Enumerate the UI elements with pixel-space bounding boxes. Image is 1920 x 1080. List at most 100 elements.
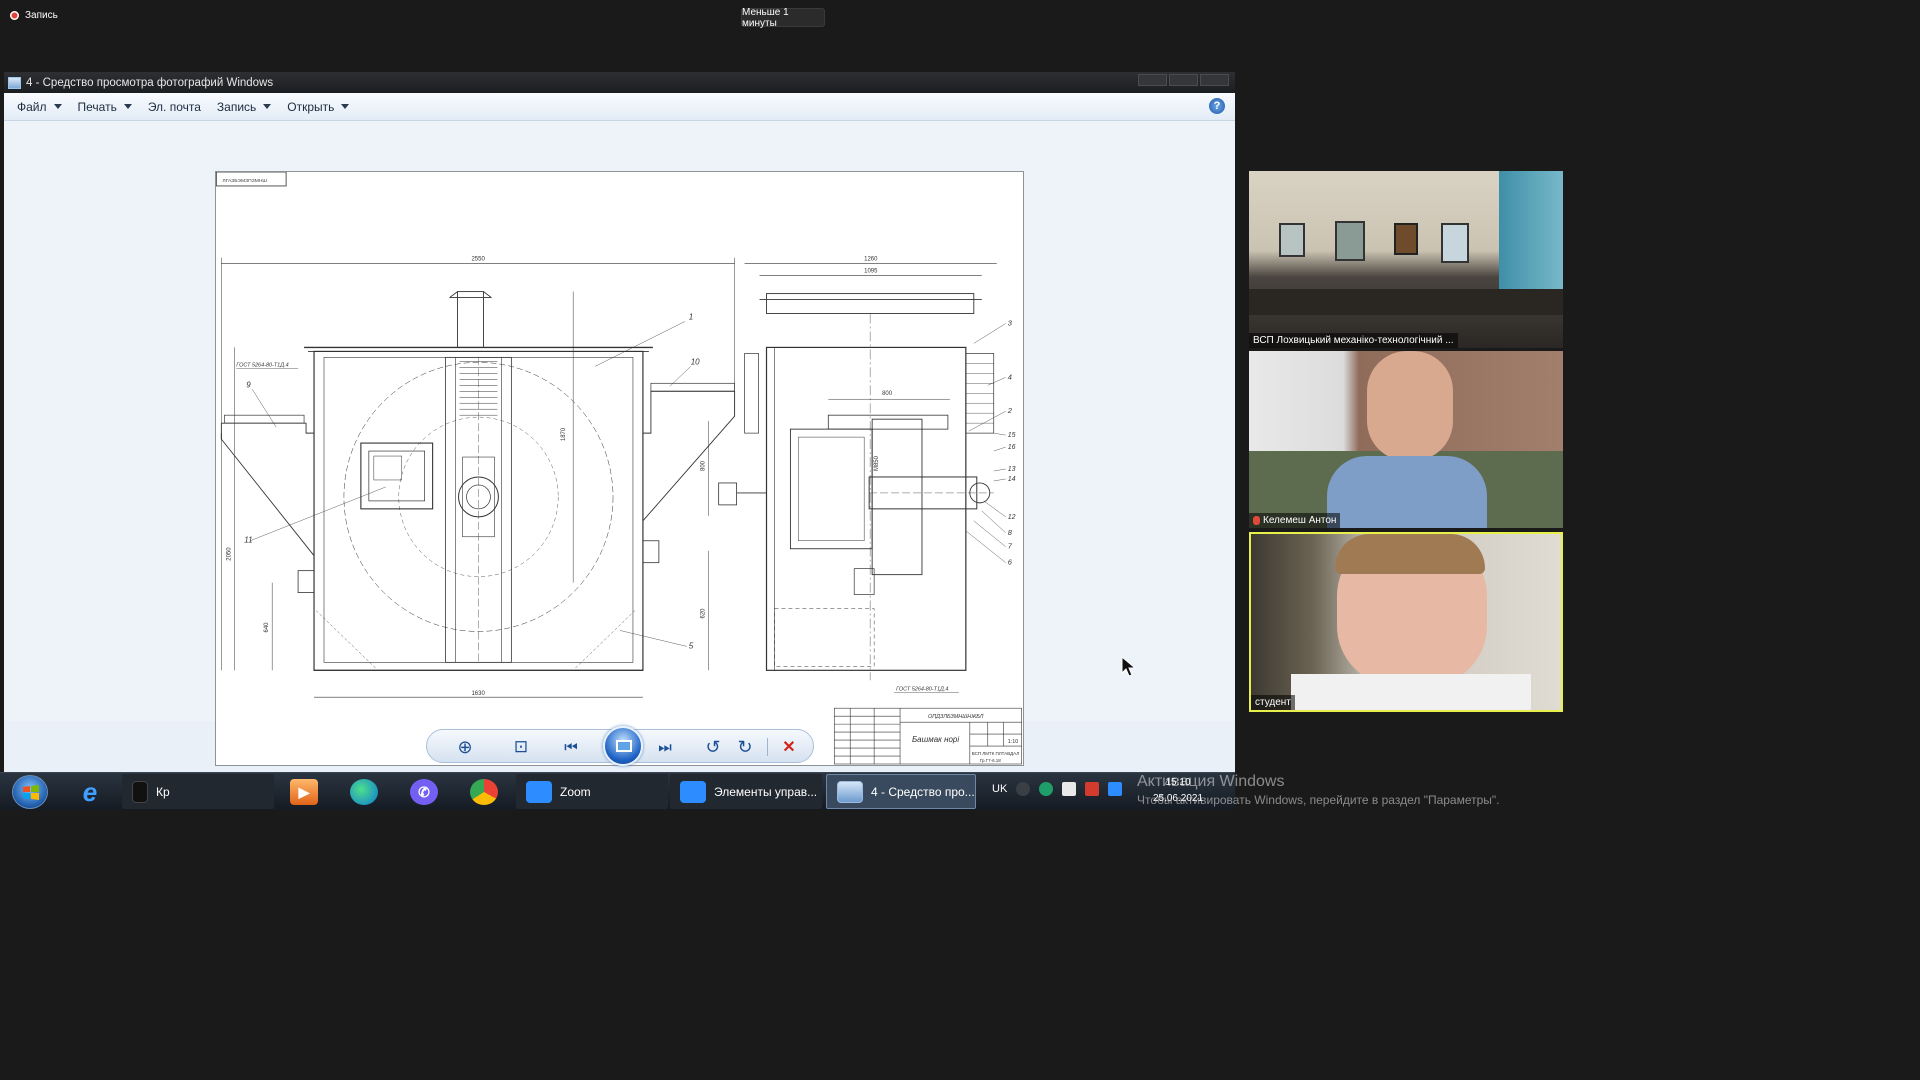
help-icon[interactable]: ? (1209, 98, 1225, 114)
participant-shirt (1291, 674, 1531, 710)
start-button[interactable] (12, 775, 48, 809)
photo-viewer-app-icon (8, 76, 21, 89)
callout-8: 8 (1008, 528, 1013, 537)
recording-indicator[interactable]: Запись (10, 10, 58, 21)
taskbar-button-kr[interactable]: Кр (122, 774, 274, 809)
participant-video-kelemesh[interactable]: Келемеш Антон (1249, 351, 1563, 528)
previous-icon[interactable]: ⏮ (561, 738, 581, 756)
viber-icon[interactable]: ✆ (410, 779, 438, 805)
shield-icon[interactable] (1085, 782, 1100, 796)
participant-name-label: ВСП Лохвицький механіко-технологічний ..… (1249, 333, 1458, 348)
taskbar-button-photo-viewer[interactable]: 4 - Средство про... (826, 774, 976, 809)
slideshow-icon (616, 740, 632, 752)
callout-4: 4 (1008, 372, 1012, 381)
media-player-icon[interactable]: ▶ (290, 779, 318, 805)
z-app-icon[interactable] (1039, 782, 1054, 796)
slideshow-button[interactable] (603, 726, 643, 766)
activation-title: Активация Windows (1137, 773, 1285, 790)
taskbar-button-label: 4 - Средство про... (871, 784, 975, 799)
edge-browser-icon[interactable] (350, 779, 378, 805)
internet-explorer-icon[interactable]: e (76, 777, 104, 807)
participant-video-classroom[interactable]: ВСП Лохвицький механіко-технологічний ..… (1249, 171, 1563, 348)
taskbar-button-label: Элементы управ... (714, 784, 818, 799)
clipboard-icon[interactable] (1062, 782, 1077, 796)
taskbar-button-zoom[interactable]: Zoom (516, 774, 668, 809)
participant-shirt (1327, 456, 1487, 528)
dim-lower-right: 620 (701, 608, 707, 619)
photo-viewer-window: 4 - Средство просмотра фотографий Window… (4, 72, 1235, 772)
menu-label: Эл. почта (147, 99, 201, 114)
callout-15: 15 (1008, 432, 1016, 439)
title-block-code: ОПДЗЛБЗМНШНЖБЛ (928, 714, 984, 720)
rotate-left-icon[interactable]: ↺ (703, 737, 723, 757)
system-tray: UK (992, 782, 1123, 796)
next-icon[interactable]: ⏭ (655, 738, 675, 756)
delete-icon[interactable]: ✕ (779, 738, 799, 756)
chevron-down-icon (123, 104, 132, 109)
callout-11: 11 (244, 536, 252, 545)
callout-12: 12 (1008, 514, 1016, 521)
chevron-down-icon (341, 104, 350, 109)
dim-bottom-width: 1630 (471, 691, 485, 697)
window-controls (1138, 74, 1229, 86)
title-bar[interactable]: 4 - Средство просмотра фотографий Window… (4, 72, 1235, 93)
title-block-name: Башмак норі (912, 735, 959, 744)
callout-7: 7 (1008, 542, 1013, 551)
zoom-tray-icon[interactable] (1108, 782, 1123, 796)
callout-1: 1 (689, 313, 693, 322)
app-window-icon (132, 780, 148, 803)
wall-poster (1394, 223, 1418, 255)
zoom-app-icon (526, 780, 552, 803)
fit-window-icon[interactable]: ⊡ (511, 737, 531, 756)
language-indicator[interactable]: UK (992, 783, 1007, 795)
participant-video-student[interactable]: студент (1249, 532, 1563, 712)
dim-side-width-top: 1260 (864, 257, 878, 263)
dim-lower-left: 640 (264, 622, 270, 633)
title-block-group: Гр.Г7-6.18 (980, 758, 1002, 763)
participant-name-label: студент (1251, 695, 1295, 710)
divider (767, 738, 768, 756)
menu-file[interactable]: Файл (17, 100, 62, 114)
windows-logo-icon (23, 785, 39, 800)
image-canvas: ЛГАЗБЭМЗПЗМНШ 2550 1870 2050 640 620 800… (4, 121, 1235, 766)
meeting-timer: Меньше 1 минуты (741, 7, 825, 29)
network-icon[interactable] (1016, 782, 1031, 796)
taskbar-button-controls[interactable]: Элементы управ... (670, 774, 822, 809)
callout-14: 14 (1008, 476, 1016, 483)
chevron-down-icon (53, 104, 62, 109)
menu-print[interactable]: Печать (78, 100, 132, 114)
recording-dot-icon (10, 11, 19, 20)
participant-name-label: Келемеш Антон (1249, 513, 1341, 528)
desk-row (1249, 289, 1563, 315)
menu-open[interactable]: Открыть (287, 100, 350, 114)
dim-front-height-left: 2050 (226, 547, 232, 561)
recording-label: Запись (25, 10, 58, 21)
menu-label: Печать (77, 99, 117, 114)
close-button[interactable] (1200, 74, 1229, 86)
chrome-icon[interactable] (470, 779, 498, 805)
callout-10: 10 (691, 357, 700, 366)
minimize-button[interactable] (1138, 74, 1167, 86)
menu-email[interactable]: Эл. почта (148, 100, 201, 114)
zoom-icon[interactable]: ⊕ (455, 737, 475, 757)
window-title: 4 - Средство просмотра фотографий Window… (26, 76, 274, 89)
dim-front-height-right: 1870 (561, 427, 567, 441)
taskbar-button-label: Кр (156, 784, 170, 799)
menu-burn[interactable]: Запись (217, 100, 272, 114)
callout-5: 5 (689, 641, 694, 650)
dim-front-width: 2550 (471, 257, 485, 263)
viewer-controls: ⊕ ⊡ ⏮ ⏭ ↺ ↻ ✕ (426, 726, 814, 766)
dim-side-width-second: 1095 (864, 269, 878, 275)
dim-side-vertical: M850 (874, 455, 880, 471)
participant-face (1367, 351, 1453, 461)
participant-hair (1335, 534, 1485, 574)
title-block-org: ВСП ЛМТК ПЛТАВДАЛ (972, 751, 1019, 756)
drawing-svg: ЛГАЗБЭМЗПЗМНШ 2550 1870 2050 640 620 800… (216, 172, 1022, 765)
mouse-cursor-icon (1121, 656, 1137, 677)
wall-poster (1279, 223, 1305, 257)
taskbar-button-label: Zoom (560, 784, 591, 799)
wall-poster (1335, 221, 1365, 261)
rotate-right-icon[interactable]: ↻ (735, 737, 755, 757)
maximize-button[interactable] (1169, 74, 1198, 86)
photo-viewer-icon (837, 780, 863, 803)
